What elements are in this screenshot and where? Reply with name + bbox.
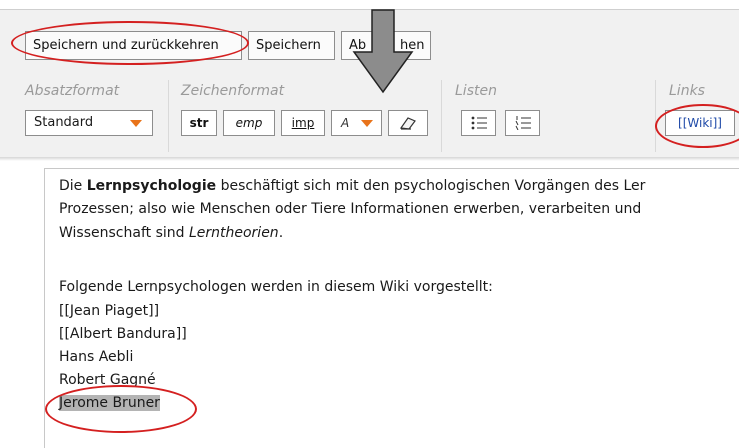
numbered-list-icon <box>515 116 531 130</box>
text-span: Wissenschaft sind <box>59 225 189 241</box>
editor-area[interactable]: Die Lernpsychologie beschäftigt sich mit… <box>44 168 739 448</box>
group-label-links: Links <box>669 83 705 99</box>
clear-format-button[interactable] <box>388 110 428 136</box>
toolbar-shadow <box>0 157 739 161</box>
strong-button[interactable]: str <box>181 110 217 136</box>
bold-term: Lernpsychologie <box>86 178 217 194</box>
group-divider <box>655 80 656 152</box>
down-arrow-icon <box>352 9 414 94</box>
save-and-return-button[interactable]: Speichern und zurückkehren <box>25 31 242 60</box>
list-item: Robert Gagné <box>59 372 156 388</box>
dropdown-caret-icon <box>361 120 373 127</box>
group-label-lists: Listen <box>455 83 497 99</box>
text-color-button[interactable]: A <box>331 110 382 136</box>
wiki-link-button[interactable]: [[Wiki]] <box>665 110 735 136</box>
eraser-icon <box>399 117 416 130</box>
bullet-list-button[interactable] <box>461 110 496 136</box>
paragraph-line: Die Lernpsychologie beschäftigt sich mit… <box>59 177 645 195</box>
paragraph-format-select[interactable]: Standard <box>25 110 153 136</box>
group-divider <box>441 80 442 152</box>
paragraph-line: Prozessen; also wie Menschen oder Tiere … <box>59 201 642 217</box>
list-item: Hans Aebli <box>59 349 134 365</box>
selected-text: Jerome Bruner <box>59 395 160 411</box>
text-span: Die <box>59 178 87 194</box>
group-label-paragraph: Absatzformat <box>25 83 120 99</box>
numbered-list-button[interactable] <box>505 110 540 136</box>
intro-line: Folgende Lernpsychologen werden in diese… <box>59 279 493 295</box>
text-color-label: A <box>341 116 350 130</box>
group-divider <box>168 80 169 152</box>
list-item: [[Jean Piaget]] <box>59 303 160 319</box>
paragraph-line: Wissenschaft sind Lerntheorien. <box>59 224 283 242</box>
bullet-list-icon <box>471 116 487 130</box>
italic-term: Lerntheorien <box>188 225 279 241</box>
important-button[interactable]: imp <box>281 110 325 136</box>
emphasis-button[interactable]: emp <box>223 110 275 136</box>
paragraph-format-value: Standard <box>34 115 94 130</box>
list-item: [[Albert Bandura]] <box>59 326 187 342</box>
text-span: . <box>278 225 284 241</box>
save-button[interactable]: Speichern <box>248 31 335 60</box>
dropdown-caret-icon <box>130 120 142 127</box>
text-span: beschäftigt sich mit den psychologischen… <box>216 178 646 194</box>
list-item-selected[interactable]: Jerome Bruner <box>59 394 160 412</box>
group-label-character: Zeichenformat <box>181 83 285 99</box>
